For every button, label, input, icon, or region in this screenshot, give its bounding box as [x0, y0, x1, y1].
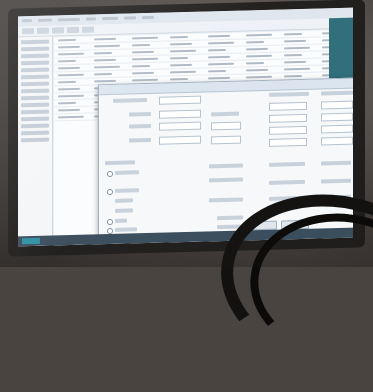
screen-glare: [0, 0, 373, 267]
photo-background: [0, 0, 373, 392]
